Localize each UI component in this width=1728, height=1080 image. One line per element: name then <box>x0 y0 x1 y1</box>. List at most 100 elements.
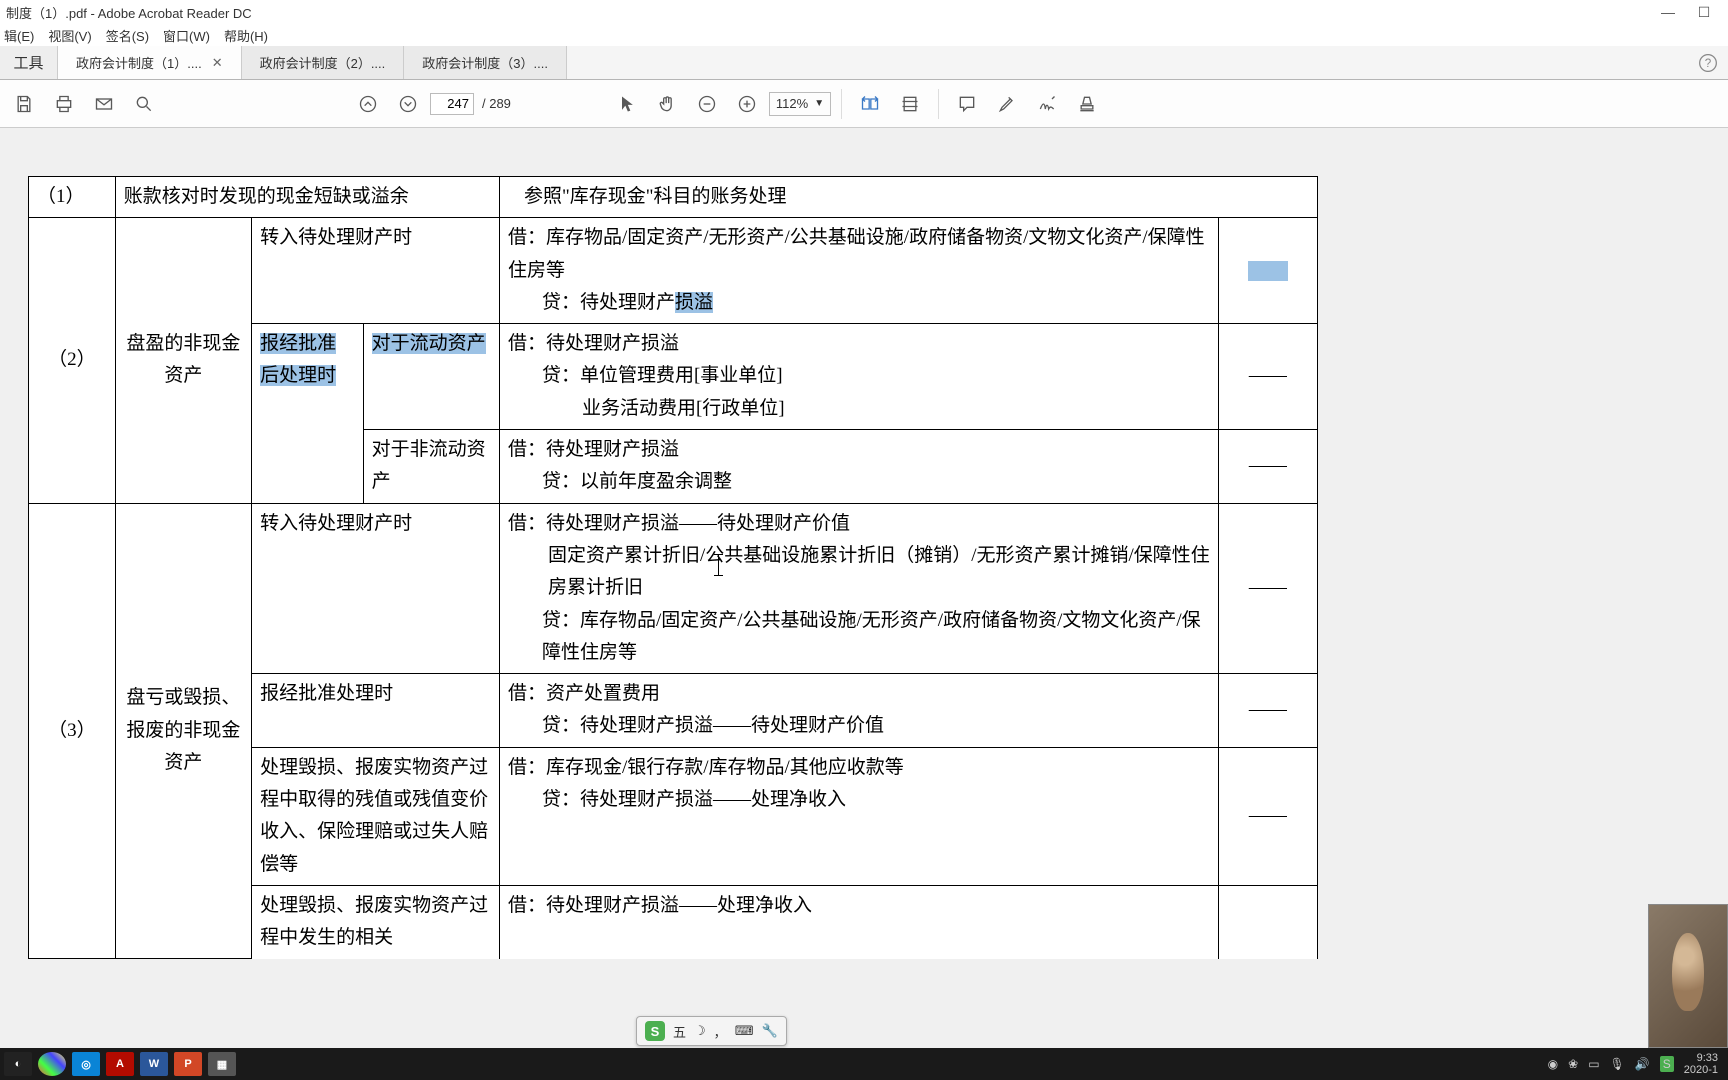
cell-dash: —— <box>1218 324 1317 430</box>
ime-logo-icon: S <box>645 1021 665 1041</box>
search-button[interactable] <box>126 86 162 122</box>
menu-edit[interactable]: 辑(E) <box>4 26 34 45</box>
cell-cat: 账款核对时发现的现金短缺或溢余 <box>115 177 499 218</box>
toolbar: / 289 112% ▼ <box>0 80 1728 128</box>
tab-label: 政府会计制度（3）.... <box>422 53 548 72</box>
print-button[interactable] <box>46 86 82 122</box>
cell-body: 借：资产处置费用 贷：待处理财产损溢——待处理财产价值 <box>499 674 1218 748</box>
table-row: （1） 账款核对时发现的现金短缺或溢余 参照"库存现金"科目的账务处理 <box>29 177 1318 218</box>
system-tray[interactable]: ◉ ❀ ▭ 🎙 🔊 S 9:33 2020-1 <box>1548 1052 1724 1076</box>
signature-button[interactable] <box>1029 86 1065 122</box>
cell-cond: 对于非流动资产 <box>363 430 499 504</box>
menu-view[interactable]: 视图(V) <box>48 26 91 45</box>
cell-step: 处理毁损、报废实物资产过程中发生的相关 <box>252 885 500 958</box>
tray-icon[interactable]: ◉ <box>1548 1057 1558 1071</box>
window-title: 制度（1）.pdf - Adobe Acrobat Reader DC <box>6 3 252 22</box>
zoom-value: 112% <box>776 96 808 111</box>
chevron-down-icon: ▼ <box>814 98 824 109</box>
menu-sign[interactable]: 签名(S) <box>106 26 149 45</box>
zoom-out-button[interactable] <box>689 86 725 122</box>
zoom-select[interactable]: 112% ▼ <box>769 92 831 116</box>
table-row: （3） 盘亏或毁损、报废的非现金资产 转入待处理财产时 借：待处理财产损溢——待… <box>29 503 1318 673</box>
cell-dash: —— <box>1218 503 1317 673</box>
menubar: 辑(E) 视图(V) 签名(S) 窗口(W) 帮助(H) <box>0 24 1728 46</box>
pdf-page: （1） 账款核对时发现的现金短缺或溢余 参照"库存现金"科目的账务处理 （2） … <box>28 176 1318 959</box>
cell-body: 借：库存现金/银行存款/库存物品/其他应收款等 贷：待处理财产损溢——处理净收入 <box>499 747 1218 885</box>
cell-dash <box>1218 885 1317 958</box>
ime-toolbar[interactable]: S 五 ☽ ， ⌨ 🔧 <box>636 1016 787 1046</box>
tab-label: 政府会计制度（1）.... <box>76 53 202 72</box>
clock-date: 2020-1 <box>1684 1064 1718 1076</box>
fit-page-button[interactable] <box>892 86 928 122</box>
cell-body: 参照"库存现金"科目的账务处理 <box>499 177 1317 218</box>
minimize-button[interactable]: — <box>1650 1 1686 23</box>
cell-cat: 盘盈的非现金资产 <box>115 218 251 503</box>
highlight-button[interactable] <box>989 86 1025 122</box>
stamp-button[interactable] <box>1069 86 1105 122</box>
ime-punct-icon[interactable]: ， <box>714 1022 727 1041</box>
hand-tool-button[interactable] <box>649 86 685 122</box>
cell-dash: —— <box>1218 674 1317 748</box>
cell-step: 报经批准后处理时 <box>252 324 364 503</box>
document-viewport[interactable]: （1） 账款核对时发现的现金短缺或溢余 参照"库存现金"科目的账务处理 （2） … <box>0 128 1728 1048</box>
ime-mode-label[interactable]: 五 <box>673 1022 686 1041</box>
menu-window[interactable]: 窗口(W) <box>163 26 210 45</box>
tools-tab[interactable]: 工具 <box>0 46 58 79</box>
word-icon[interactable]: W <box>140 1052 168 1076</box>
cell-num: （1） <box>29 177 116 218</box>
ime-keyboard-icon[interactable]: ⌨ <box>735 1023 754 1039</box>
menu-help[interactable]: 帮助(H) <box>224 26 268 45</box>
comment-button[interactable] <box>949 86 985 122</box>
tray-icon[interactable]: 🎙 <box>1610 1057 1625 1071</box>
cell-num: （3） <box>29 503 116 958</box>
start-button[interactable]: ◐ <box>4 1052 32 1076</box>
svg-text:?: ? <box>1705 57 1712 70</box>
fit-width-button[interactable] <box>852 86 888 122</box>
help-button[interactable]: ? <box>1688 46 1728 79</box>
window-titlebar: 制度（1）.pdf - Adobe Acrobat Reader DC — ☐ <box>0 0 1728 24</box>
tabbar: 工具 政府会计制度（1）.... ✕ 政府会计制度（2）.... 政府会计制度（… <box>0 46 1728 80</box>
taskbar[interactable]: ◐ ◎ A W P ▦ ◉ ❀ ▭ 🎙 🔊 S 9:33 2020-1 <box>0 1048 1728 1080</box>
clock[interactable]: 9:33 2020-1 <box>1684 1052 1718 1076</box>
selection-tool-button[interactable] <box>609 86 645 122</box>
document-tab-1[interactable]: 政府会计制度（1）.... ✕ <box>58 46 242 79</box>
webcam-overlay <box>1648 904 1728 1048</box>
cell-num: （2） <box>29 218 116 503</box>
ime-tray-icon[interactable]: S <box>1660 1056 1674 1072</box>
cell-step: 转入待处理财产时 <box>252 218 500 324</box>
close-icon[interactable]: ✕ <box>212 55 223 71</box>
app-icon[interactable]: ◎ <box>72 1052 100 1076</box>
browser-icon[interactable] <box>38 1052 66 1076</box>
cell-step: 处理毁损、报废实物资产过程中取得的残值或残值变价收入、保险理赔或过失人赔偿等 <box>252 747 500 885</box>
document-tab-3[interactable]: 政府会计制度（3）.... <box>404 46 567 79</box>
email-button[interactable] <box>86 86 122 122</box>
maximize-button[interactable]: ☐ <box>1686 1 1722 23</box>
save-button[interactable] <box>6 86 42 122</box>
tray-icon[interactable]: ▭ <box>1588 1057 1599 1071</box>
page-total-label: / 289 <box>482 96 511 111</box>
ime-settings-icon[interactable]: 🔧 <box>761 1023 777 1039</box>
cell-body: 借：待处理财产损溢——处理净收入 <box>499 885 1218 958</box>
cell-step: 报经批准处理时 <box>252 674 500 748</box>
cell-body: 借：待处理财产损溢——待处理财产价值 固定资产累计折旧/公共基础设施累计折旧（摊… <box>499 503 1218 673</box>
page-number-input[interactable] <box>430 93 474 115</box>
volume-icon[interactable]: 🔊 <box>1635 1057 1650 1071</box>
cell-body: 借：待处理财产损溢 贷：单位管理费用[事业单位] 业务活动费用[行政单位] <box>499 324 1218 430</box>
content-table: （1） 账款核对时发现的现金短缺或溢余 参照"库存现金"科目的账务处理 （2） … <box>28 176 1318 959</box>
document-tab-2[interactable]: 政府会计制度（2）.... <box>242 46 405 79</box>
explorer-icon[interactable]: ▦ <box>208 1052 236 1076</box>
ime-moon-icon[interactable]: ☽ <box>694 1023 706 1039</box>
page-down-button[interactable] <box>390 86 426 122</box>
cell-dash: —— <box>1218 430 1317 504</box>
powerpoint-icon[interactable]: P <box>174 1052 202 1076</box>
page-up-button[interactable] <box>350 86 386 122</box>
highlight-mark <box>1248 261 1288 281</box>
acrobat-icon[interactable]: A <box>106 1052 134 1076</box>
zoom-in-button[interactable] <box>729 86 765 122</box>
help-icon: ? <box>1698 53 1718 73</box>
tab-label: 政府会计制度（2）.... <box>260 53 386 72</box>
table-row: （2） 盘盈的非现金资产 转入待处理财产时 借：库存物品/固定资产/无形资产/公… <box>29 218 1318 324</box>
cell-dash: —— <box>1218 747 1317 885</box>
tray-icon[interactable]: ❀ <box>1568 1057 1578 1071</box>
cell-cat: 盘亏或毁损、报废的非现金资产 <box>115 503 251 958</box>
